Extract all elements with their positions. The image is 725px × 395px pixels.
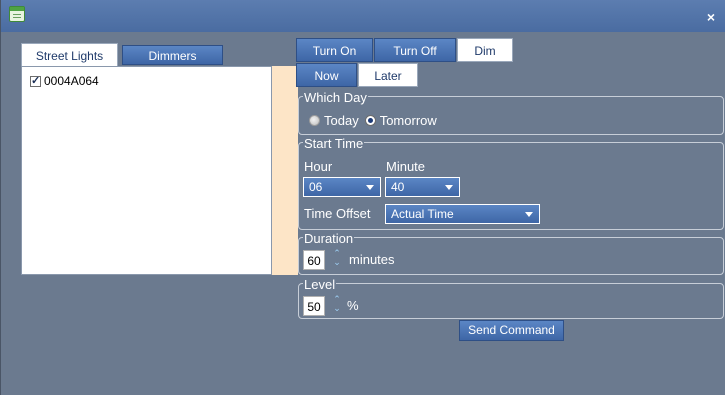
level-group: Level 50 ⌃ ⌄ %: [298, 277, 724, 319]
send-command-button[interactable]: Send Command: [459, 320, 564, 341]
title-bar: ×: [1, 0, 725, 32]
which-day-options: Today Tomorrow: [309, 113, 437, 128]
duration-spinner[interactable]: ⌃ ⌄: [332, 249, 342, 269]
chevron-down-icon: [366, 185, 374, 190]
device-checkbox[interactable]: [30, 74, 41, 87]
splitter-strip: [272, 66, 298, 275]
device-list: 0004A064: [21, 66, 272, 275]
level-input[interactable]: 50: [303, 296, 325, 316]
start-time-group: Start Time Hour Minute 06 40 Time Offset…: [298, 136, 724, 230]
minute-value: 40: [391, 180, 405, 194]
close-button[interactable]: ×: [704, 10, 718, 24]
duration-title: Duration: [303, 231, 355, 246]
duration-group: Duration 60 ⌃ ⌄ minutes: [298, 231, 724, 275]
level-unit: %: [347, 298, 359, 313]
radio-tomorrow[interactable]: [364, 115, 376, 126]
minute-label: Minute: [386, 159, 426, 174]
tab-street-lights[interactable]: Street Lights: [21, 43, 118, 67]
dialog-window: × Street Lights Dimmers 0004A064 Turn On…: [0, 0, 725, 395]
hour-select[interactable]: 06: [303, 177, 381, 197]
chevron-down-icon: [525, 212, 533, 217]
time-offset-select[interactable]: Actual Time: [385, 204, 540, 224]
radio-today-label: Today: [324, 113, 359, 128]
level-spinner[interactable]: ⌃ ⌄: [332, 295, 342, 315]
tab-later[interactable]: Later: [358, 63, 418, 87]
hour-label: Hour: [304, 159, 333, 174]
level-title: Level: [303, 277, 337, 292]
which-day-title: Which Day: [303, 90, 368, 105]
radio-tomorrow-label: Tomorrow: [379, 113, 437, 128]
tab-dim[interactable]: Dim: [457, 38, 513, 62]
app-icon: [9, 6, 25, 22]
device-id: 0004A064: [44, 74, 99, 88]
chevron-down-icon: [445, 185, 453, 190]
minute-select[interactable]: 40: [385, 177, 460, 197]
start-time-title: Start Time: [303, 136, 365, 151]
duration-input[interactable]: 60: [303, 250, 325, 270]
radio-today[interactable]: [309, 115, 320, 126]
tab-dimmers[interactable]: Dimmers: [122, 45, 223, 65]
duration-unit: minutes: [349, 252, 395, 267]
tab-now[interactable]: Now: [296, 63, 357, 87]
list-item[interactable]: 0004A064: [30, 74, 99, 88]
time-offset-value: Actual Time: [391, 207, 454, 221]
tab-turn-off[interactable]: Turn Off: [374, 38, 456, 62]
hour-value: 06: [309, 180, 323, 194]
tab-turn-on[interactable]: Turn On: [296, 38, 373, 62]
which-day-group: Which Day Today Tomorrow: [298, 90, 724, 135]
time-offset-label: Time Offset: [304, 206, 371, 221]
